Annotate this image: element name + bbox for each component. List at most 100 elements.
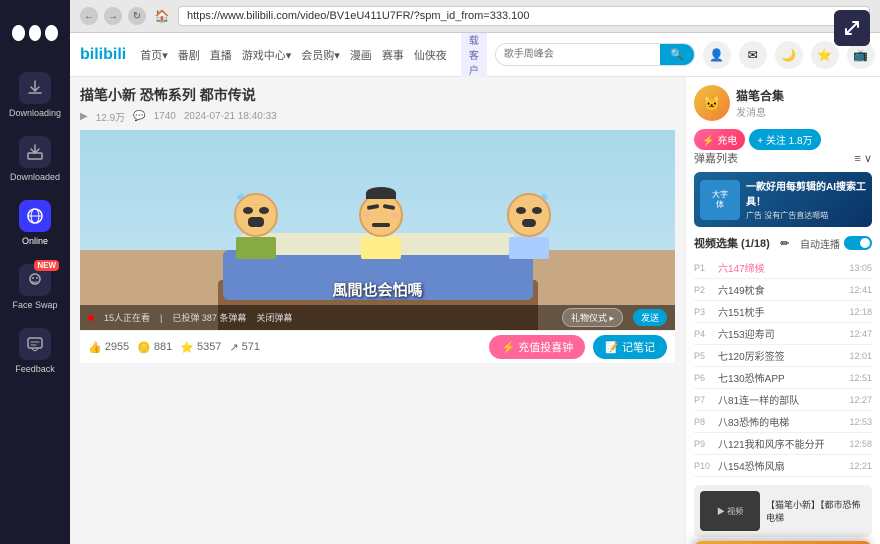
bili-content: 描笔小新 恐怖系列 都市传说 ▶ 12.9万 💬 1740 2024-07-21… <box>70 77 880 544</box>
auto-play-toggle[interactable] <box>844 236 872 250</box>
playlist-item-1[interactable]: P1 六147缔候 13:05 <box>694 257 872 279</box>
sidebar: Downloading Downloaded Online NEW <box>0 0 70 544</box>
up-info: 🐱 猫笔合集 发消息 <box>694 85 872 121</box>
video-player[interactable]: 風間也会怕嗎 15人正在看 | 已投弹 387 条弹幕 关闭弹幕 礼物仪式 ▸ … <box>80 130 675 330</box>
playlist-item-7[interactable]: P7 八81连一样的部队 12:27 <box>694 389 872 411</box>
like-count: 2955 <box>105 341 129 353</box>
playlist-name-5: 七120厉彩签签 <box>718 348 845 363</box>
star-icon: ⭐ <box>180 341 194 354</box>
ad-banner[interactable]: 大字体 一款好用每剪辑的AI搜索工具！ 广告 没有广告直达嗯喵 <box>694 172 872 227</box>
ad-title: 一款好用每剪辑的AI搜索工具！ <box>746 178 866 208</box>
bili-header: bilibili 首页▾ 番剧 直播 游戏中心▾ 会员购▾ 漫画 赛事 仙侠夜 … <box>70 33 880 77</box>
user-avatar-icon[interactable]: 👤 <box>703 41 731 69</box>
playlist-item-3[interactable]: P3 六151枕手 12:18 <box>694 301 872 323</box>
sidebar-item-downloading[interactable]: Downloading <box>5 64 65 126</box>
browser-bar: ← → ↻ 🏠 <box>70 0 880 33</box>
search-input[interactable] <box>496 46 660 63</box>
playlist-item-5[interactable]: P5 七120厉彩签签 12:01 <box>694 345 872 367</box>
nav-home[interactable]: 首页▾ <box>140 47 168 63</box>
nav-mall[interactable]: 会员购▾ <box>301 47 340 63</box>
view-count-sep: | <box>160 313 162 323</box>
playlist-index-7: P7 <box>694 395 714 405</box>
playlist-name-4: 六153迎寿司 <box>718 326 845 341</box>
nav-game[interactable]: 游戏中心▾ <box>242 47 292 63</box>
ad-content: 一款好用每剪辑的AI搜索工具！ 广告 没有广告直达嗯喵 <box>746 178 866 221</box>
home-button[interactable]: 🏠 <box>152 6 172 26</box>
ad-icon: 大字体 <box>700 180 740 220</box>
ad-icon-text: 大字体 <box>712 190 728 209</box>
playlist-item-10[interactable]: P10 八154恐怖风扇 12:21 <box>694 455 872 477</box>
playlist-item-8[interactable]: P8 八83恐怖的电梯 12:53 <box>694 411 872 433</box>
nav-esport[interactable]: 赛事 <box>382 47 404 63</box>
playlist-dur-3: 12:18 <box>849 307 872 317</box>
sidebar-item-faceswap[interactable]: NEW Face Swap <box>5 256 65 318</box>
playlist-index-4: P4 <box>694 329 714 339</box>
expand-button[interactable] <box>834 10 870 46</box>
sidebar-feedback-label: Feedback <box>15 364 55 374</box>
share-button[interactable]: ↗ 571 <box>229 341 260 354</box>
playlist-index-1: P1 <box>694 263 714 273</box>
online-icon <box>19 200 51 232</box>
up-name: 猫笔合集 <box>736 87 784 104</box>
triple-coin-button[interactable]: ⚡ 充值投喜钟 <box>489 335 585 359</box>
playlist-index-5: P5 <box>694 351 714 361</box>
nav-live[interactable]: 直播 <box>210 47 232 63</box>
video-action-bar: 👍 2955 🪙 881 ⭐ 5357 ↗ 571 <box>80 330 675 363</box>
rec-video-title: 【猫笔小新】【都市恐怖电梯 <box>766 498 866 524</box>
search-bar: 🔍 <box>495 43 695 66</box>
send-danmu-button[interactable]: 📝 记笔记 <box>593 335 667 359</box>
bili-right-sidebar: 🐱 猫笔合集 发消息 ⚡ 充电 + 关注 1.8万 弹嘉列 <box>685 77 880 544</box>
search-button[interactable]: 🔍 <box>660 44 694 65</box>
downloaded-icon <box>19 136 51 168</box>
up-msg: 发消息 <box>736 104 784 119</box>
playlist-name-9: 八121我和风序不能分开 <box>718 436 845 451</box>
playlist-item-2[interactable]: P2 六149枕食 12:41 <box>694 279 872 301</box>
playlist-name-7: 八81连一样的部队 <box>718 392 845 407</box>
playlist-item-4[interactable]: P4 六153迎寿司 12:47 <box>694 323 872 345</box>
playlist-edit-icon[interactable]: ✏ <box>780 237 789 250</box>
coin-count: 881 <box>154 341 172 353</box>
playlist-dur-8: 12:53 <box>849 417 872 427</box>
playlist-dur-9: 12:58 <box>849 439 872 449</box>
view-danmu: 已投弹 387 条弹幕 <box>172 311 246 324</box>
playlist-index-10: P10 <box>694 461 714 471</box>
recharge-button[interactable]: ⚡ 充电 <box>694 129 745 150</box>
send-button[interactable]: 发送 <box>633 309 667 326</box>
sidebar-faceswap-label: Face Swap <box>12 300 57 310</box>
nav-anime[interactable]: 番剧 <box>178 47 200 63</box>
playlist-item-9[interactable]: P9 八121我和风序不能分开 12:58 <box>694 433 872 455</box>
guests-section: 弹嘉列表 ≡ ∨ <box>694 150 872 166</box>
message-icon[interactable]: ✉ <box>739 41 767 69</box>
url-bar[interactable] <box>178 6 870 26</box>
like-button[interactable]: 👍 2955 <box>88 341 129 354</box>
sidebar-downloading-label: Downloading <box>9 108 61 118</box>
night-icon[interactable]: 🌙 <box>775 41 803 69</box>
recommended-video[interactable]: ▶ 视频 【猫笔小新】【都市恐怖电梯 <box>694 485 872 537</box>
star-button[interactable]: ⭐ 5357 <box>180 341 221 354</box>
sidebar-item-online[interactable]: Online <box>5 192 65 254</box>
playlist-name-3: 六151枕手 <box>718 304 845 319</box>
bili-main-area: 描笔小新 恐怖系列 都市传说 ▶ 12.9万 💬 1740 2024-07-21… <box>70 77 685 544</box>
download-icon <box>19 72 51 104</box>
coin-button[interactable]: 🪙 881 <box>137 341 172 354</box>
nav-comic[interactable]: 漫画 <box>350 47 372 63</box>
playlist-item-6[interactable]: P6 七130恐怖APP 12:51 <box>694 367 872 389</box>
danmu-toggle[interactable]: 关闭弹幕 <box>256 311 292 324</box>
logo-circle-2 <box>29 25 42 41</box>
back-button[interactable]: ← <box>80 7 98 25</box>
refresh-button[interactable]: ↻ <box>128 7 146 25</box>
video-subtitle: 風間也会怕嗎 <box>332 279 422 300</box>
star-count: 5357 <box>197 341 221 353</box>
playlist-name-6: 七130恐怖APP <box>718 370 845 385</box>
playlist-name-8: 八83恐怖的电梯 <box>718 414 845 429</box>
sidebar-item-downloaded[interactable]: Downloaded <box>5 128 65 190</box>
sidebar-item-feedback[interactable]: Feedback <box>5 320 65 382</box>
follow-button[interactable]: + 关注 1.8万 <box>749 129 820 150</box>
danmu-icon: 💬 <box>133 111 145 122</box>
gift-button[interactable]: 礼物仪式 ▸ <box>562 308 623 327</box>
guests-expand-icon[interactable]: ≡ ∨ <box>854 152 872 165</box>
collect-icon[interactable]: ⭐ <box>811 41 839 69</box>
forward-button[interactable]: → <box>104 7 122 25</box>
like-icon: 👍 <box>88 341 102 354</box>
nav-special[interactable]: 仙侠夜 <box>414 47 447 63</box>
